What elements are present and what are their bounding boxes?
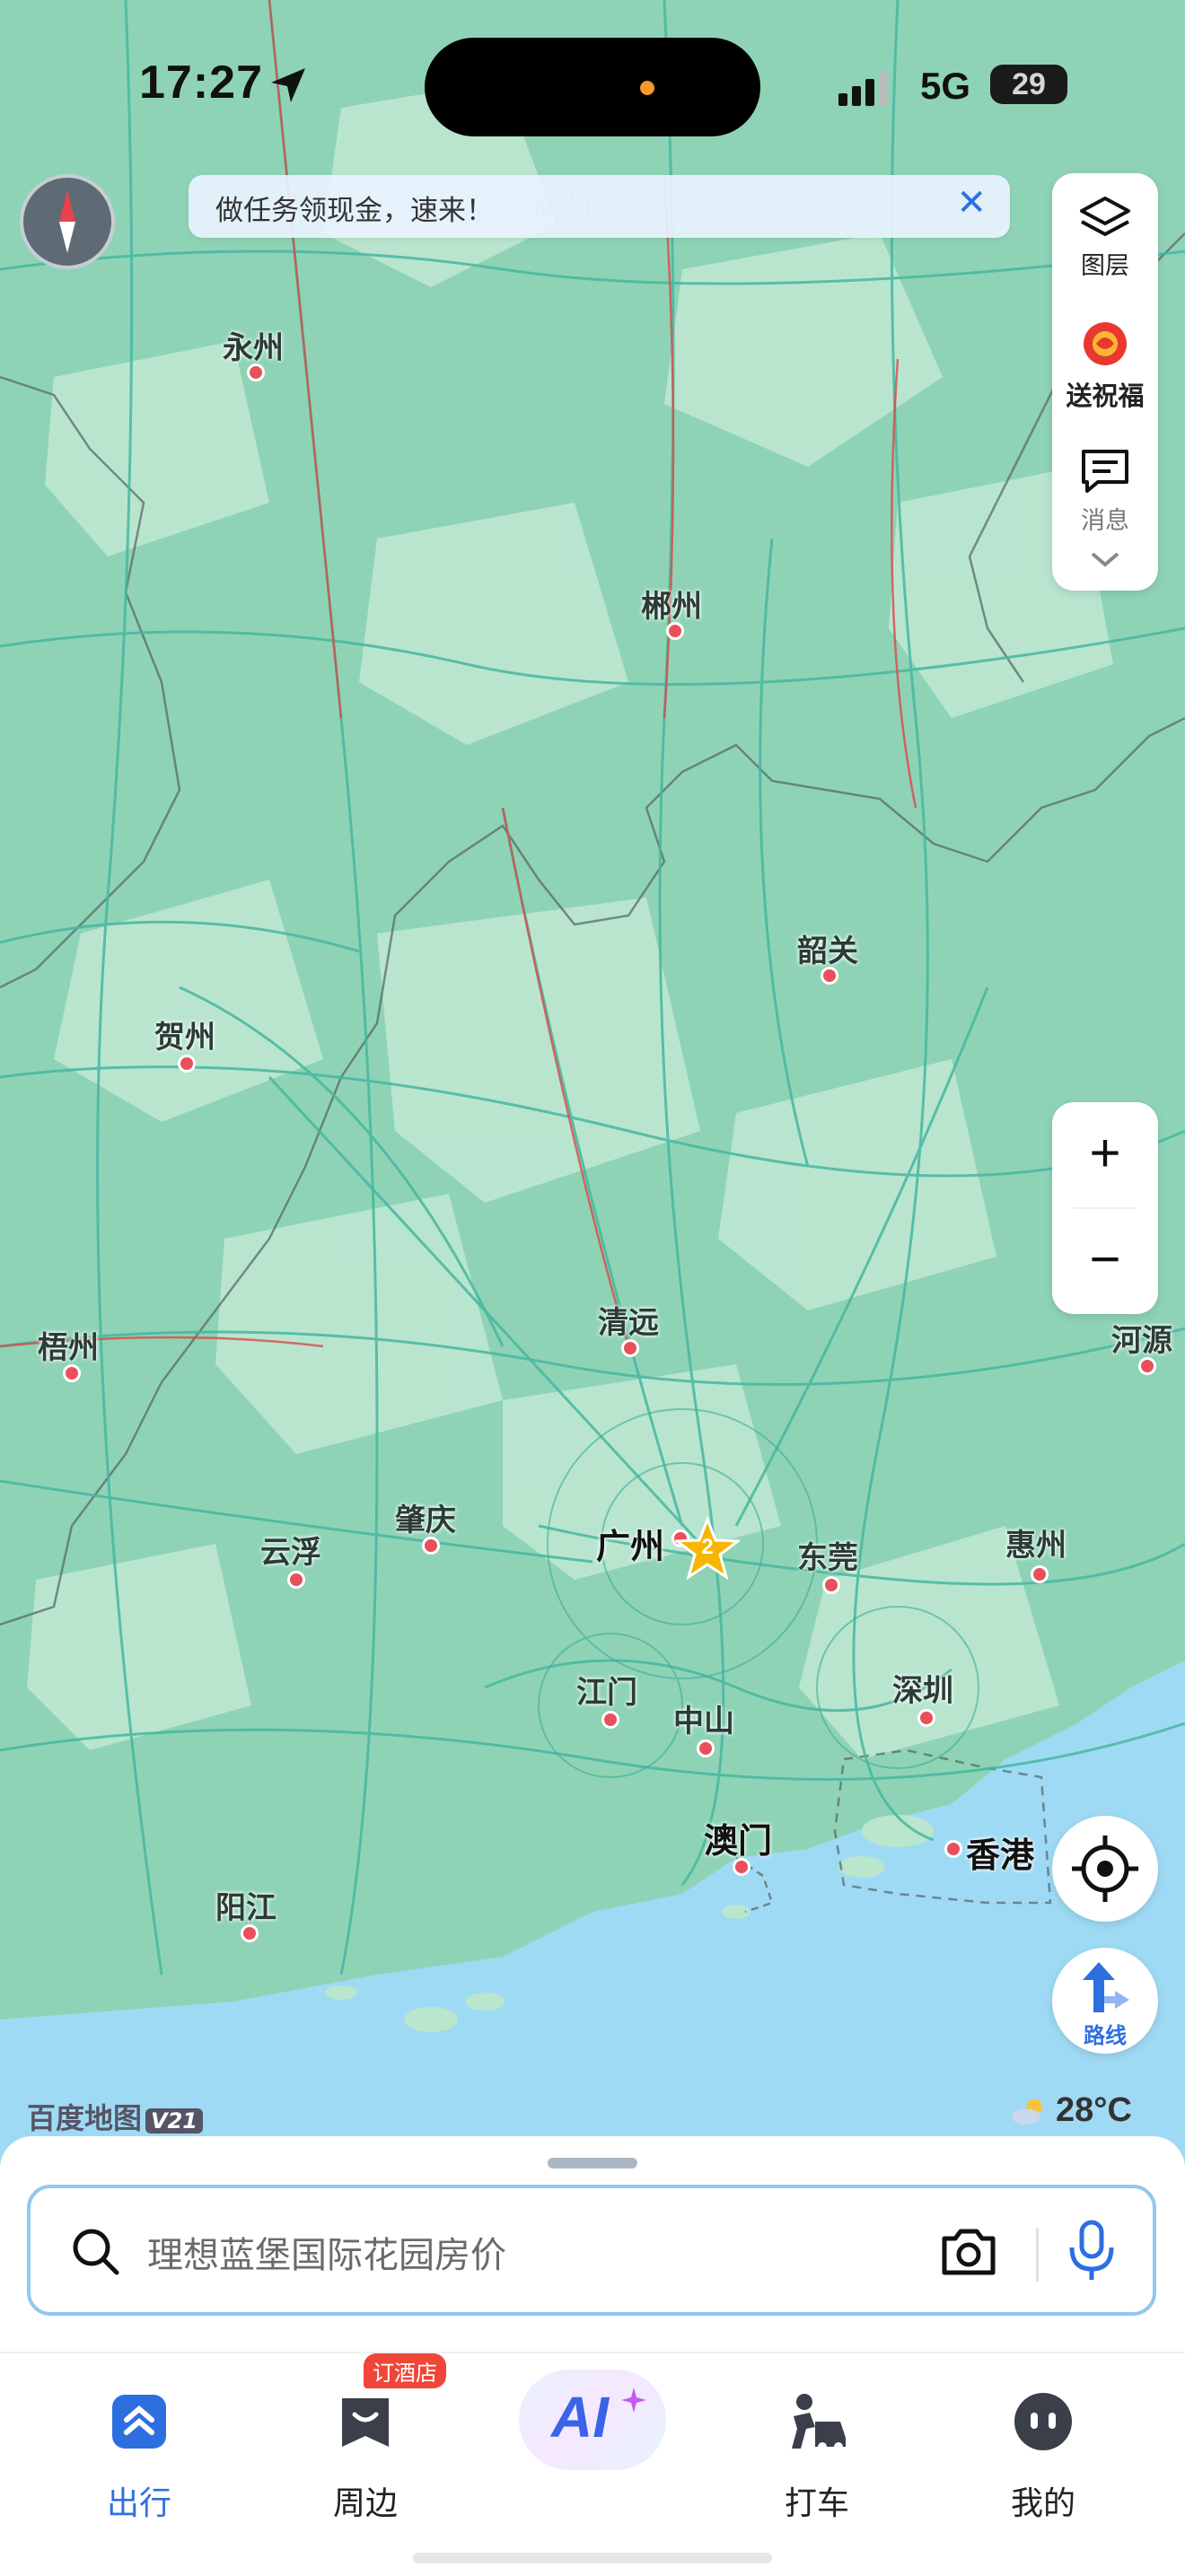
city-label-dongguan[interactable]: 东莞 xyxy=(797,1533,858,1577)
layers-icon xyxy=(1080,197,1130,236)
city-dot xyxy=(1138,1357,1156,1375)
sparkle-icon xyxy=(621,2388,646,2413)
search-input[interactable]: 理想蓝堡国际花园房价 xyxy=(147,2226,506,2278)
city-dot xyxy=(287,1571,305,1589)
city-dot xyxy=(422,1537,440,1555)
status-bar: 17:27 5G 29 xyxy=(0,0,1185,180)
search-divider xyxy=(1036,2228,1039,2282)
send-blessing-button[interactable]: 送祝福 xyxy=(1052,319,1158,417)
status-time: 17:27 xyxy=(139,57,263,109)
ai-assistant-button[interactable]: AI xyxy=(519,2370,666,2470)
blessing-icon xyxy=(1084,322,1127,365)
recording-indicator-icon xyxy=(640,81,654,95)
city-label-yunfu[interactable]: 云浮 xyxy=(260,1528,321,1572)
zoom-controls: + − xyxy=(1052,1102,1158,1314)
city-dot xyxy=(944,1840,962,1858)
version-badge: V21 xyxy=(145,2108,203,2134)
zoom-divider xyxy=(1074,1207,1137,1209)
route-button[interactable]: 路线 xyxy=(1052,1948,1158,2054)
zoom-in-button[interactable]: + xyxy=(1052,1122,1158,1184)
route-arrow-icon xyxy=(1083,1962,1129,2012)
city-dot xyxy=(733,1858,750,1876)
compass-icon xyxy=(59,190,75,253)
layers-button[interactable]: 图层 xyxy=(1052,195,1158,294)
nearby-bag-icon xyxy=(342,2398,389,2447)
layers-label: 图层 xyxy=(1081,252,1129,280)
city-label-zhongshan[interactable]: 中山 xyxy=(673,1696,734,1740)
hotel-booking-badge: 订酒店 xyxy=(364,2353,446,2388)
cellular-signal-icon xyxy=(838,72,888,106)
messages-label: 消息 xyxy=(1081,507,1129,535)
city-dot xyxy=(621,1339,639,1357)
map-canvas[interactable]: 衡阳 永州 郴州 韶关 贺州 清远 梧州 河源 肇庆 广州 云浮 东莞 惠州 江… xyxy=(0,0,1185,2190)
tab-travel-label: 出行 xyxy=(106,2485,171,2522)
ai-label: AI xyxy=(551,2385,609,2449)
weather-temp: 28°C xyxy=(1056,2091,1132,2129)
sheet-drag-handle[interactable] xyxy=(548,2158,637,2169)
city-label-wuzhou[interactable]: 梧州 xyxy=(38,1323,99,1367)
city-label-shenzhen[interactable]: 深圳 xyxy=(892,1666,953,1710)
city-dot xyxy=(917,1709,935,1727)
locate-me-button[interactable] xyxy=(1052,1816,1158,1922)
city-dot xyxy=(63,1364,81,1382)
banner-text: 做任务领现金，速来！ xyxy=(215,195,494,227)
city-label-hongkong[interactable]: 香港 xyxy=(966,1827,1034,1877)
message-icon xyxy=(1082,450,1128,493)
tab-nearby-label: 周边 xyxy=(332,2485,398,2522)
microphone-icon[interactable] xyxy=(1066,2219,1117,2283)
search-bar[interactable]: 理想蓝堡国际花园房价 xyxy=(27,2185,1156,2316)
city-label-hezhou[interactable]: 贺州 xyxy=(154,1012,215,1056)
city-label-yangjiang[interactable]: 阳江 xyxy=(215,1883,276,1927)
bottom-sheet: 理想蓝堡国际花园房价 xyxy=(0,2136,1185,2352)
zoom-out-button[interactable]: − xyxy=(1052,1228,1158,1290)
city-label-zhaoqing[interactable]: 肇庆 xyxy=(395,1495,456,1539)
crosshair-icon xyxy=(1072,1836,1138,1902)
city-label-chenzhou[interactable]: 郴州 xyxy=(641,582,702,626)
tab-taxi-label: 打车 xyxy=(784,2485,849,2522)
banner-close-icon[interactable]: ✕ xyxy=(956,182,987,223)
city-dot xyxy=(697,1739,715,1757)
city-label-jiangmen[interactable]: 江门 xyxy=(576,1668,637,1712)
search-icon xyxy=(73,2229,119,2275)
city-label-qingyuan[interactable]: 清远 xyxy=(598,1298,659,1342)
city-label-huizhou[interactable]: 惠州 xyxy=(1005,1520,1066,1564)
favorites-cluster-marker[interactable]: 2 xyxy=(675,1517,740,1582)
city-label-heyuan[interactable]: 河源 xyxy=(1111,1316,1172,1360)
city-label-macau[interactable]: 澳门 xyxy=(704,1813,772,1862)
route-label: 路线 xyxy=(1084,2023,1127,2048)
panel-expand-button[interactable] xyxy=(1052,548,1158,581)
chevron-down-icon xyxy=(1091,552,1119,567)
compass-button[interactable] xyxy=(20,174,115,269)
travel-icon xyxy=(112,2395,166,2449)
partly-cloudy-icon xyxy=(1012,2098,1043,2125)
map-tools-panel: 图层 送祝福 消息 xyxy=(1052,173,1158,591)
city-dot xyxy=(1031,1565,1049,1583)
blessing-label: 送祝福 xyxy=(1066,381,1145,411)
battery-level: 29 xyxy=(990,65,1067,104)
weather-widget[interactable]: 28°C xyxy=(1007,2091,1132,2130)
city-dot xyxy=(601,1711,619,1729)
home-indicator[interactable] xyxy=(413,2553,772,2563)
messages-button[interactable]: 消息 xyxy=(1052,448,1158,547)
network-type: 5G xyxy=(920,65,971,107)
task-banner[interactable]: 做任务领现金，速来！ ✕ xyxy=(189,175,1010,238)
city-dot xyxy=(247,364,265,381)
city-label-yongzhou[interactable]: 永州 xyxy=(223,323,284,367)
camera-icon[interactable] xyxy=(939,2224,998,2278)
profile-avatar-icon xyxy=(1014,2393,1072,2450)
city-dot xyxy=(822,1576,840,1594)
location-arrow-icon xyxy=(271,68,305,102)
map-watermark: 百度地图 V21 xyxy=(27,2096,203,2137)
dynamic-island xyxy=(425,38,760,136)
city-label-guangzhou[interactable]: 广州 xyxy=(596,1519,664,1568)
city-dot xyxy=(178,1055,196,1073)
city-dot xyxy=(666,622,684,640)
taxi-person-icon xyxy=(792,2394,846,2451)
cluster-count: 2 xyxy=(701,1535,714,1559)
city-label-shaoguan[interactable]: 韶关 xyxy=(797,926,858,970)
watermark-text: 百度地图 xyxy=(27,2101,143,2135)
city-dot xyxy=(821,967,838,985)
tab-profile-label: 我的 xyxy=(1010,2485,1075,2522)
city-dot xyxy=(241,1924,259,1942)
